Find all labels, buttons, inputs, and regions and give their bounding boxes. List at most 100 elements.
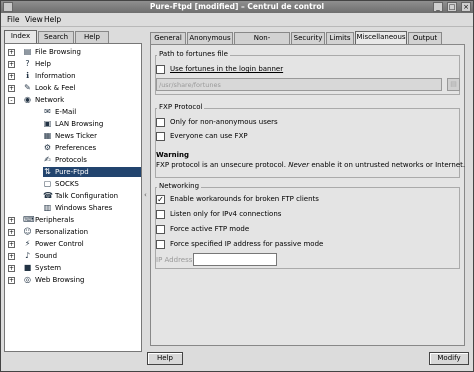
fxp-non-anonymous-checkbox[interactable] [156,118,165,127]
expand-icon[interactable]: + [8,241,15,248]
tab-output[interactable]: Output [408,32,442,44]
web-icon: ◎ [24,275,31,284]
menu-help[interactable]: Help [44,15,61,24]
power-icon: ⚡ [24,239,31,248]
tree-item-label: Power Control [35,240,84,248]
tree-item-label: LAN Browsing [55,120,104,128]
preferences-icon: ⚙ [43,143,52,152]
menu-view[interactable]: View [25,15,43,24]
tree-item[interactable]: ▦ News Ticker [43,131,97,141]
close-button[interactable]: × [461,2,471,12]
tree-item-label: System [35,264,62,272]
tree-item-label: File Browsing [35,48,81,56]
tree-item[interactable]: ℹ Information [23,71,76,81]
tree-item[interactable]: ▣ LAN Browsing [43,119,104,129]
use-fortunes-checkbox[interactable] [156,65,165,74]
tree-item-label: Personalization [35,228,89,236]
tree-item[interactable]: ☺ Personalization [23,227,88,237]
tree-item-label: Preferences [55,144,97,152]
tree-item[interactable]: ☎ Talk Configuration [43,191,118,201]
tree-item[interactable]: ✉ E-Mail [43,107,76,117]
peripherals-icon: ⌨ [23,215,35,224]
ip-address-field[interactable] [193,253,277,266]
workarounds-checkbox[interactable]: ✓ [156,195,165,204]
tree-item-label: Pure-Ftpd [55,168,89,176]
splitter-grip-icon[interactable]: ‹ [144,191,147,199]
ipv4-only-checkbox[interactable] [156,210,165,219]
fxp-group-title: FXP Protocol [157,103,205,112]
tab-help[interactable]: Help [75,31,109,43]
tree-item[interactable]: ■ System [23,263,61,273]
tree-item-label: E-Mail [55,108,77,116]
collapse-icon[interactable]: - [8,97,15,104]
tab-index[interactable]: Index [4,30,37,43]
module-tree[interactable]: + ▤ File Browsing + ? Help + ℹ Information + ✎ Look… [4,43,142,352]
tree-item[interactable]: ◎ Web Browsing [23,275,85,285]
settings-panel: Path to fortunes file Use fortunes in th… [150,44,465,346]
minimize-button[interactable]: _ [433,2,443,12]
tree-item[interactable]: ♪ Sound [23,251,57,261]
fxp-warning-title: Warning [156,151,190,159]
tree-item[interactable]: ⌨Peripherals [23,215,74,225]
expand-icon[interactable]: + [8,229,15,236]
tree-item-label: Peripherals [35,216,75,224]
tab-security[interactable]: Security [291,32,325,44]
protocols-icon: ✍ [44,155,51,164]
tree-item-label: Look & Feel [35,84,76,92]
tab-search[interactable]: Search [38,31,74,43]
tree-item-label: Sound [35,252,58,260]
tree-item-label: SOCKS [55,180,79,188]
tree-item[interactable]: ✎ Look & Feel [23,83,76,93]
tree-item[interactable]: ⚡ Power Control [23,239,84,249]
sound-icon: ♪ [24,251,31,260]
use-fortunes-label: Use fortunes in the login banner [170,65,284,73]
tab-non-anonymous[interactable]: Non-Anonymous [234,32,290,53]
tree-item[interactable]: ⚙ Preferences [43,143,96,153]
fxp-everyone-checkbox[interactable] [156,132,165,141]
tree-item-label: Information [35,72,76,80]
main-window: Pure-Ftpd [modified] – Centrul de contro… [0,0,474,372]
expand-icon[interactable]: + [8,253,15,260]
tree-item[interactable]: ⇅ Pure-Ftpd [43,167,141,177]
fxp-everyone-label: Everyone can use FXP [170,132,248,140]
tree-item-label: Protocols [55,156,87,164]
window-title: Pure-Ftpd [modified] – Centrul de contro… [149,2,325,11]
tree-item[interactable]: ◉ Network [23,95,64,105]
ftp-icon: ⇅ [44,167,51,176]
tab-limits[interactable]: Limits [326,32,354,44]
force-passive-ip-checkbox[interactable] [156,240,165,249]
expand-icon[interactable]: + [8,265,15,272]
fortunes-path-field[interactable]: /usr/share/fortunes [156,78,442,91]
expand-icon[interactable]: + [8,73,15,80]
expand-icon[interactable]: + [8,85,15,92]
workarounds-label: Enable workarounds for broken FTP client… [170,195,319,203]
shares-icon: ▥ [43,203,52,212]
force-active-checkbox[interactable] [156,225,165,234]
tab-anonymous[interactable]: Anonymous [187,32,233,44]
tree-item[interactable]: ▥ Windows Shares [43,203,113,213]
modify-button[interactable]: Modify [429,352,469,365]
force-passive-ip-label: Force specified IP address for passive m… [170,240,324,248]
title-bar[interactable]: Pure-Ftpd [modified] – Centrul de contro… [1,1,473,13]
tree-item[interactable]: ▢ SOCKS [43,179,79,189]
network-icon: ◉ [24,95,31,104]
ip-address-label: IP Address: [156,256,195,264]
tree-item[interactable]: ✍ Protocols [43,155,87,165]
menu-file[interactable]: File [7,15,20,24]
tab-general[interactable]: General [150,32,186,44]
expand-icon[interactable]: + [8,61,15,68]
tree-item[interactable]: ▤ File Browsing [23,47,81,57]
help-button[interactable]: Help [147,352,183,365]
tree-item[interactable]: ? Help [23,59,51,69]
expand-icon[interactable]: + [8,277,15,284]
fxp-warning-text: FXP protocol is an unsecure protocol. Ne… [156,161,466,169]
browse-folder-icon[interactable]: ▤ [447,78,460,91]
tree-item-label: Web Browsing [35,276,85,284]
expand-icon[interactable]: + [8,217,15,224]
tree-item-label: Windows Shares [55,204,113,212]
info-icon: ℹ [25,71,30,80]
tab-miscellaneous[interactable]: Miscellaneous [355,31,407,44]
expand-icon[interactable]: + [8,49,15,56]
tree-item-label: Network [35,96,65,104]
maximize-button[interactable]: □ [447,2,457,12]
